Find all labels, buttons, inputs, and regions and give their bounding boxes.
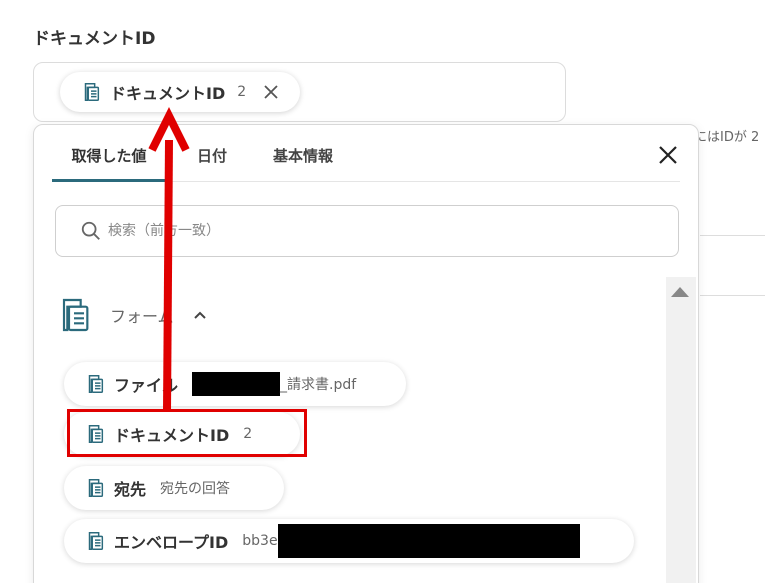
item-value-prefix: bb3e: [242, 533, 278, 549]
item-value: bb3e: [242, 524, 580, 558]
background-divider: [700, 235, 765, 236]
form-field-icon: [88, 375, 104, 393]
tab-bar: 取得した値 日付 基本情報: [52, 125, 680, 182]
redacted-block: [192, 372, 281, 396]
search-input[interactable]: [108, 216, 628, 246]
scroll-up-arrow-icon[interactable]: [671, 287, 689, 297]
document-id-field[interactable]: ドキュメントID 2: [33, 62, 566, 122]
item-value: 宛先の回答: [160, 481, 231, 497]
chevron-up-icon[interactable]: [192, 307, 208, 323]
scrollbar-track[interactable]: [666, 277, 696, 583]
item-name: ドキュメントID: [114, 426, 230, 445]
group-header-form[interactable]: フォーム: [54, 295, 208, 335]
token-value: 2: [237, 84, 247, 100]
item-value-suffix: _請求書.pdf: [280, 377, 357, 393]
tab-basic-info[interactable]: 基本情報: [260, 125, 346, 182]
list-item-file[interactable]: ファイル _請求書.pdf: [64, 362, 406, 406]
search-icon: [81, 221, 100, 240]
search-box[interactable]: [55, 205, 679, 257]
remove-token-icon[interactable]: [262, 83, 280, 101]
token-name: ドキュメントID: [110, 84, 226, 103]
item-name: ファイル: [114, 376, 179, 395]
item-name: エンベロープID: [114, 533, 229, 552]
selected-value-token[interactable]: ドキュメントID 2: [60, 72, 300, 112]
field-label: ドキュメントID: [33, 29, 156, 49]
close-panel-icon[interactable]: [656, 143, 680, 167]
list-item-document-id[interactable]: ドキュメントID 2: [64, 412, 300, 456]
item-value: _請求書.pdf: [192, 372, 356, 396]
tab-date[interactable]: 日付: [182, 125, 242, 182]
background-hint-text: にはIDが 2: [694, 130, 760, 145]
item-value: 2: [243, 426, 253, 442]
form-group-icon: [62, 298, 89, 332]
page: ドキュメントID ドキュメントID 2 にはIDが 2 取得した値 日付 基本情…: [0, 0, 765, 583]
redacted-block: [277, 524, 580, 558]
form-field-icon: [88, 425, 104, 443]
tab-acquired-values[interactable]: 取得した値: [52, 125, 166, 182]
form-field-icon: [88, 532, 104, 550]
group-name: フォーム: [110, 307, 174, 326]
list-item-envelope-id[interactable]: エンベロープID bb3e: [64, 519, 634, 563]
item-name: 宛先: [114, 480, 147, 499]
background-divider: [700, 295, 765, 296]
list-item-recipient[interactable]: 宛先 宛先の回答: [64, 466, 284, 510]
form-field-icon: [88, 479, 104, 497]
value-picker-panel: 取得した値 日付 基本情報 フォーム ファイル: [33, 124, 699, 583]
form-field-icon: [84, 83, 100, 101]
